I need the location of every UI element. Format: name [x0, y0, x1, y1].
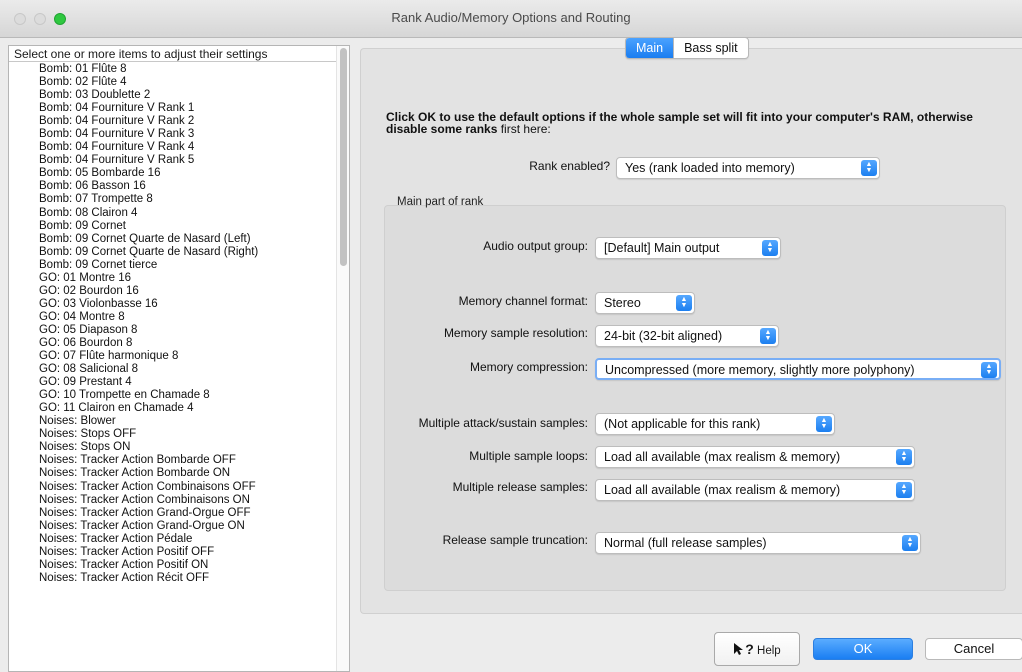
audio-output-group-label: Audio output group: — [483, 239, 588, 253]
memory-channel-format-select[interactable]: Stereo ▲ ▼ — [595, 292, 695, 314]
help-question-mark: ? — [745, 641, 754, 657]
help-label: Help — [757, 645, 781, 657]
list-item[interactable]: Noises: Stops OFF — [9, 428, 337, 441]
list-item[interactable]: GO: 05 Diapason 8 — [9, 324, 337, 337]
list-item[interactable]: GO: 10 Trompette en Chamade 8 — [9, 389, 337, 402]
updown-arrows-icon: ▲ ▼ — [760, 328, 776, 344]
list-item[interactable]: Bomb: 09 Cornet tierce — [9, 259, 337, 272]
list-item[interactable]: Bomb: 09 Cornet — [9, 220, 337, 233]
instructions-normal: first here: — [497, 122, 551, 136]
rank-list[interactable]: Select one or more items to adjust their… — [8, 45, 350, 672]
release-truncation-label: Release sample truncation: — [442, 533, 588, 547]
list-item[interactable]: Noises: Tracker Action Bombarde ON — [9, 467, 337, 480]
memory-compression-value: Uncompressed (more memory, slightly more… — [605, 363, 915, 377]
rank-enabled-value: Yes (rank loaded into memory) — [625, 161, 795, 175]
memory-channel-format-label: Memory channel format: — [458, 294, 588, 308]
list-item[interactable]: Noises: Tracker Action Bombarde OFF — [9, 454, 337, 467]
multiple-attack-sustain-label: Multiple attack/sustain samples: — [418, 416, 588, 430]
release-truncation-select[interactable]: Normal (full release samples) ▲ ▼ — [595, 532, 921, 554]
tab-bar: Main Bass split — [625, 37, 749, 59]
updown-arrows-icon: ▲ ▼ — [816, 416, 832, 432]
rank-enabled-label: Rank enabled? — [529, 159, 610, 173]
list-item[interactable]: Noises: Tracker Action Grand-Orgue OFF — [9, 507, 337, 520]
list-item[interactable]: Noises: Tracker Action Combinaisons ON — [9, 494, 337, 507]
list-item[interactable]: Bomb: 02 Flûte 4 — [9, 76, 337, 89]
list-item[interactable]: Bomb: 09 Cornet Quarte de Nasard (Right) — [9, 246, 337, 259]
rank-enabled-select[interactable]: Yes (rank loaded into memory) ▲ ▼ — [616, 157, 880, 179]
audio-output-group-value: [Default] Main output — [604, 241, 720, 255]
tab-main[interactable]: Main — [626, 38, 674, 58]
list-item[interactable]: Noises: Tracker Action Positif OFF — [9, 546, 337, 559]
list-item[interactable]: GO: 08 Salicional 8 — [9, 363, 337, 376]
list-item[interactable]: GO: 03 Violonbasse 16 — [9, 298, 337, 311]
memory-sample-resolution-value: 24-bit (32-bit aligned) — [604, 329, 723, 343]
updown-arrows-icon: ▲ ▼ — [981, 362, 997, 378]
list-item[interactable]: Bomb: 04 Fourniture V Rank 4 — [9, 141, 337, 154]
ok-button[interactable]: OK — [813, 638, 913, 660]
updown-arrows-icon: ▲ ▼ — [762, 240, 778, 256]
list-item[interactable]: Noises: Tracker Action Pédale — [9, 533, 337, 546]
list-item[interactable]: Bomb: 04 Fourniture V Rank 5 — [9, 154, 337, 167]
memory-channel-format-value: Stereo — [604, 296, 641, 310]
multiple-release-samples-select[interactable]: Load all available (max realism & memory… — [595, 479, 915, 501]
updown-arrows-icon: ▲ ▼ — [861, 160, 877, 176]
list-item[interactable]: Noises: Blower — [9, 415, 337, 428]
multiple-attack-sustain-value: (Not applicable for this rank) — [604, 417, 761, 431]
list-item[interactable]: Bomb: 04 Fourniture V Rank 1 — [9, 102, 337, 115]
list-item[interactable]: Bomb: 09 Cornet Quarte de Nasard (Left) — [9, 233, 337, 246]
list-item[interactable]: GO: 02 Bourdon 16 — [9, 285, 337, 298]
list-item[interactable]: Bomb: 07 Trompette 8 — [9, 193, 337, 206]
audio-output-group-select[interactable]: [Default] Main output ▲ ▼ — [595, 237, 781, 259]
title-bar: Rank Audio/Memory Options and Routing — [0, 0, 1022, 38]
list-item[interactable]: Bomb: 08 Clairon 4 — [9, 207, 337, 220]
memory-compression-select[interactable]: Uncompressed (more memory, slightly more… — [595, 358, 1001, 380]
instructions-text: Click OK to use the default options if t… — [386, 111, 1006, 135]
list-item[interactable]: Noises: Tracker Action Récit OFF — [9, 572, 337, 585]
multiple-sample-loops-value: Load all available (max realism & memory… — [604, 450, 841, 464]
list-item[interactable]: Noises: Tracker Action Positif ON — [9, 559, 337, 572]
list-item[interactable]: Bomb: 01 Flûte 8 — [9, 63, 337, 76]
updown-arrows-icon: ▲ ▼ — [896, 482, 912, 498]
memory-compression-label: Memory compression: — [469, 360, 588, 374]
list-item[interactable]: GO: 11 Clairon en Chamade 4 — [9, 402, 337, 415]
list-item[interactable]: GO: 04 Montre 8 — [9, 311, 337, 324]
rank-list-items: Bomb: 01 Flûte 8 Bomb: 02 Flûte 4 Bomb: 03… — [9, 63, 337, 585]
memory-sample-resolution-label: Memory sample resolution: — [443, 326, 588, 340]
help-button[interactable]: ? Help — [714, 632, 800, 666]
list-item[interactable]: Bomb: 06 Basson 16 — [9, 180, 337, 193]
updown-arrows-icon: ▲ ▼ — [902, 535, 918, 551]
tab-bass-split[interactable]: Bass split — [673, 38, 748, 58]
list-header: Select one or more items to adjust their… — [9, 46, 337, 62]
multiple-release-samples-label: Multiple release samples: — [452, 480, 588, 494]
list-item[interactable]: GO: 01 Montre 16 — [9, 272, 337, 285]
updown-arrows-icon: ▲ ▼ — [676, 295, 692, 311]
list-item[interactable]: Noises: Stops ON — [9, 441, 337, 454]
window-title: Rank Audio/Memory Options and Routing — [391, 10, 631, 25]
list-scroll-thumb[interactable] — [340, 48, 347, 266]
updown-arrows-icon: ▲ ▼ — [896, 449, 912, 465]
memory-sample-resolution-select[interactable]: 24-bit (32-bit aligned) ▲ ▼ — [595, 325, 779, 347]
list-item[interactable]: Noises: Tracker Action Combinaisons OFF — [9, 481, 337, 494]
multiple-release-samples-value: Load all available (max realism & memory… — [604, 483, 841, 497]
list-item[interactable]: Noises: Tracker Action Grand-Orgue ON — [9, 520, 337, 533]
list-item[interactable]: GO: 07 Flûte harmonique 8 — [9, 350, 337, 363]
multiple-attack-sustain-select[interactable]: (Not applicable for this rank) ▲ ▼ — [595, 413, 835, 435]
list-item[interactable]: GO: 06 Bourdon 8 — [9, 337, 337, 350]
multiple-sample-loops-select[interactable]: Load all available (max realism & memory… — [595, 446, 915, 468]
pointer-help-icon — [734, 643, 744, 655]
cancel-button[interactable]: Cancel — [925, 638, 1022, 660]
multiple-sample-loops-label: Multiple sample loops: — [469, 449, 588, 463]
list-item[interactable]: Bomb: 04 Fourniture V Rank 2 — [9, 115, 337, 128]
list-item[interactable]: GO: 09 Prestant 4 — [9, 376, 337, 389]
list-scrollbar[interactable] — [336, 46, 349, 671]
release-truncation-value: Normal (full release samples) — [604, 536, 767, 550]
list-item[interactable]: Bomb: 04 Fourniture V Rank 3 — [9, 128, 337, 141]
instructions-bold: Click OK to use the default options if t… — [386, 110, 973, 136]
group-title: Main part of rank — [397, 196, 484, 208]
list-item[interactable]: Bomb: 03 Doublette 2 — [9, 89, 337, 102]
list-item[interactable]: Bomb: 05 Bombarde 16 — [9, 167, 337, 180]
